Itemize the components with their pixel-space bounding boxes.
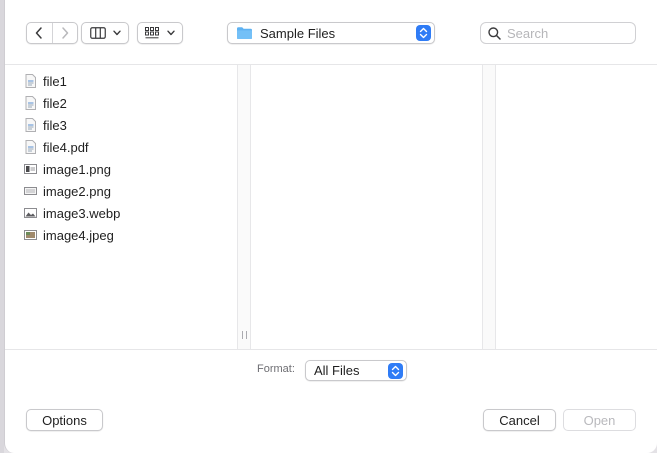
chevron-down-icon: [112, 30, 121, 36]
file-name: image2.png: [43, 183, 111, 199]
document-icon: [25, 118, 36, 132]
options-button[interactable]: Options: [26, 409, 103, 431]
list-item[interactable]: image3.webp: [24, 203, 120, 223]
image-file-icon: [24, 187, 37, 195]
cancel-button[interactable]: Cancel: [483, 409, 556, 431]
search-icon: [488, 26, 501, 40]
image-file-icon: [24, 208, 37, 218]
file-name: file3: [43, 117, 67, 133]
file-name: file1: [43, 73, 67, 89]
popup-stepper-icon: [388, 363, 403, 379]
resize-grip-icon: [242, 331, 247, 339]
list-item[interactable]: file4.pdf: [24, 137, 89, 157]
format-value: All Files: [314, 363, 360, 378]
back-button[interactable]: [27, 23, 52, 43]
group-by-button[interactable]: [137, 22, 183, 44]
list-item[interactable]: file1: [24, 71, 67, 91]
file-name: image1.png: [43, 161, 111, 177]
location-popup[interactable]: Sample Files: [227, 22, 435, 44]
column-resize-handle[interactable]: [237, 65, 251, 349]
file-name: image4.jpeg: [43, 227, 114, 243]
list-item[interactable]: file3: [24, 115, 67, 135]
list-item[interactable]: file2: [24, 93, 67, 113]
document-icon: [25, 74, 36, 88]
popup-stepper-icon: [416, 25, 431, 41]
location-label: Sample Files: [260, 25, 336, 41]
list-item[interactable]: image4.jpeg: [24, 225, 114, 245]
open-file-dialog: Sample Files file1 file2 file3: [4, 0, 657, 453]
column-browser: file1 file2 file3 file4.pdf image1.png i…: [5, 65, 657, 349]
forward-button[interactable]: [51, 23, 78, 43]
empty-column: [251, 65, 482, 349]
file-column: file1 file2 file3 file4.pdf image1.png i…: [5, 65, 237, 349]
browser-divider: [5, 349, 657, 350]
view-mode-button[interactable]: [81, 22, 129, 44]
document-icon: [25, 96, 36, 110]
file-name: image3.webp: [43, 205, 121, 221]
grid-group-icon: [145, 27, 159, 39]
list-item[interactable]: image2.png: [24, 181, 111, 201]
image-file-icon: [24, 164, 37, 174]
format-popup[interactable]: All Files: [305, 360, 407, 381]
chevron-down-icon: [167, 30, 175, 36]
file-name: file2: [43, 95, 67, 111]
list-item[interactable]: image1.png: [24, 159, 111, 179]
file-name: file4.pdf: [43, 139, 89, 155]
chevron-left-icon: [36, 27, 42, 39]
column-resize-handle[interactable]: [482, 65, 496, 349]
format-label: Format:: [257, 363, 295, 375]
search-field[interactable]: [480, 22, 636, 44]
empty-column: [496, 65, 657, 349]
image-file-icon: [24, 230, 37, 240]
columns-view-icon: [89, 27, 106, 39]
back-forward-group: [26, 22, 78, 44]
search-input[interactable]: [507, 25, 627, 41]
document-icon: [25, 140, 36, 154]
chevron-right-icon: [62, 27, 68, 39]
folder-icon: [237, 27, 252, 39]
open-button[interactable]: Open: [563, 409, 636, 431]
